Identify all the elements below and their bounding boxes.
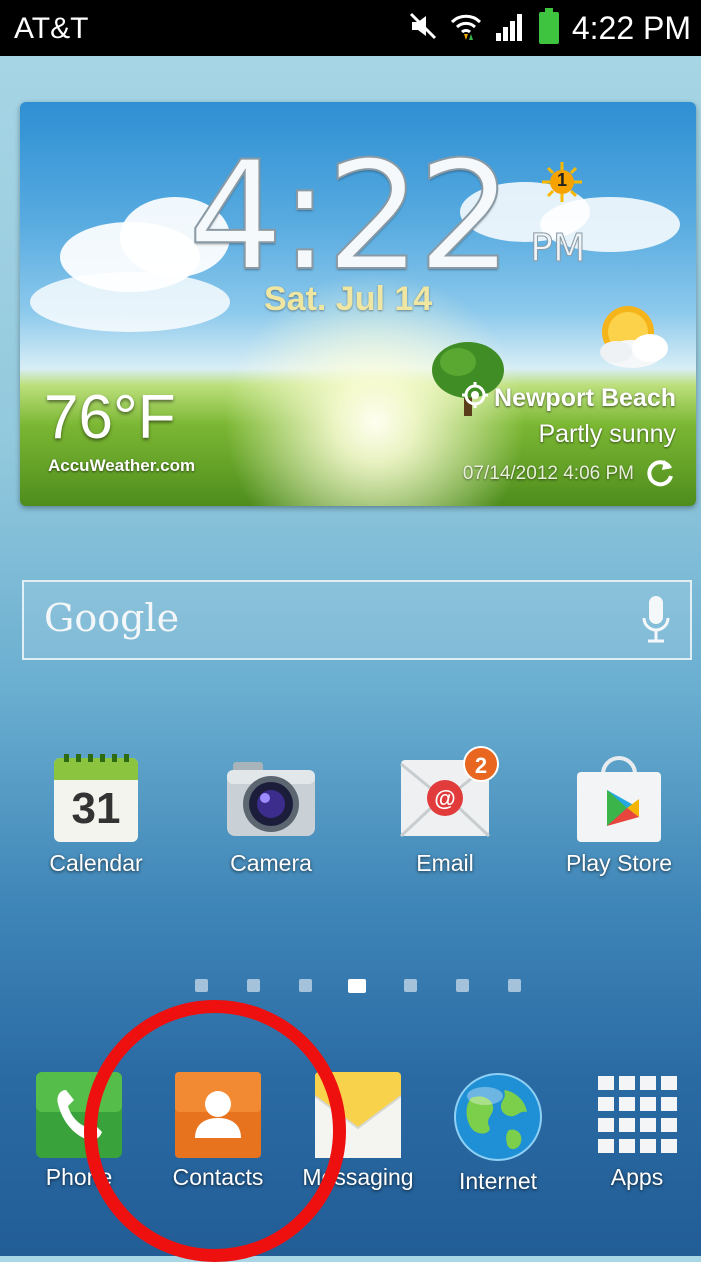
page-dot[interactable] bbox=[195, 979, 208, 992]
app-label: Camera bbox=[230, 850, 312, 876]
wifi-icon bbox=[450, 10, 482, 46]
apps-grid-icon bbox=[594, 1072, 680, 1158]
page-dot[interactable] bbox=[404, 979, 417, 992]
app-label: Calendar bbox=[49, 850, 143, 876]
partly-sunny-icon bbox=[600, 306, 668, 368]
app-label: Apps bbox=[610, 1164, 664, 1190]
microphone-icon[interactable] bbox=[642, 596, 670, 648]
status-bar[interactable]: AT&T 4:22 PM bbox=[0, 0, 701, 56]
status-icons: 4:22 PM bbox=[408, 8, 691, 48]
app-label: Play Store bbox=[565, 850, 673, 876]
email-unread-badge: 2 bbox=[463, 746, 499, 782]
page-dot[interactable] bbox=[508, 979, 521, 992]
highlight-circle-annotation bbox=[84, 1000, 346, 1262]
weather-alert-count: 1 bbox=[556, 170, 567, 190]
location-label[interactable]: Newport Beach bbox=[462, 382, 676, 415]
app-label: Email bbox=[416, 850, 474, 876]
app-play-store[interactable]: Play Store bbox=[544, 752, 694, 877]
clock-date: Sat. Jul 14 bbox=[264, 280, 433, 318]
google-search-placeholder: Google bbox=[44, 596, 180, 640]
clock-time: 4:22 bbox=[187, 130, 514, 304]
app-camera[interactable]: Camera bbox=[196, 752, 346, 877]
status-time: 4:22 PM bbox=[571, 9, 691, 46]
calendar-day: 31 bbox=[71, 784, 121, 833]
page-dot[interactable] bbox=[456, 979, 469, 992]
mute-icon bbox=[408, 11, 438, 45]
signal-icon bbox=[494, 11, 526, 45]
weather-condition: Partly sunny bbox=[538, 420, 676, 448]
provider-label: AccuWeather.com bbox=[48, 456, 196, 475]
app-email[interactable]: @ 2 Email bbox=[370, 746, 520, 877]
temperature: 76°F bbox=[44, 383, 176, 452]
dock-internet[interactable]: Internet bbox=[423, 1072, 573, 1195]
weather-updated-time: 07/14/2012 4:06 PM bbox=[462, 463, 634, 484]
battery-icon bbox=[538, 8, 560, 48]
app-calendar[interactable]: 31 Calendar bbox=[21, 752, 171, 877]
app-label: Internet bbox=[459, 1168, 537, 1194]
email-icon: @ 2 bbox=[399, 746, 499, 844]
page-dot[interactable] bbox=[299, 979, 312, 992]
weather-clock-widget[interactable]: 4:22 PM 1 Sat. Jul 14 76°F AccuWeather.c… bbox=[20, 102, 696, 506]
internet-icon bbox=[453, 1072, 543, 1162]
svg-text:@: @ bbox=[434, 786, 455, 811]
page-dot-active[interactable] bbox=[348, 979, 366, 993]
play-store-icon bbox=[573, 752, 665, 844]
location-pin-icon bbox=[462, 382, 489, 415]
calendar-icon: 31 bbox=[50, 752, 142, 844]
location-name: Newport Beach bbox=[494, 384, 676, 412]
carrier-label: AT&T bbox=[14, 12, 89, 45]
camera-icon bbox=[225, 752, 317, 844]
google-search-bar[interactable]: Google bbox=[22, 580, 692, 660]
refresh-icon[interactable] bbox=[644, 456, 676, 492]
page-dot[interactable] bbox=[247, 979, 260, 992]
clock-ampm: PM bbox=[530, 226, 587, 271]
weather-alert-icon[interactable]: 1 bbox=[542, 162, 582, 202]
dock-apps[interactable]: Apps bbox=[562, 1072, 701, 1191]
